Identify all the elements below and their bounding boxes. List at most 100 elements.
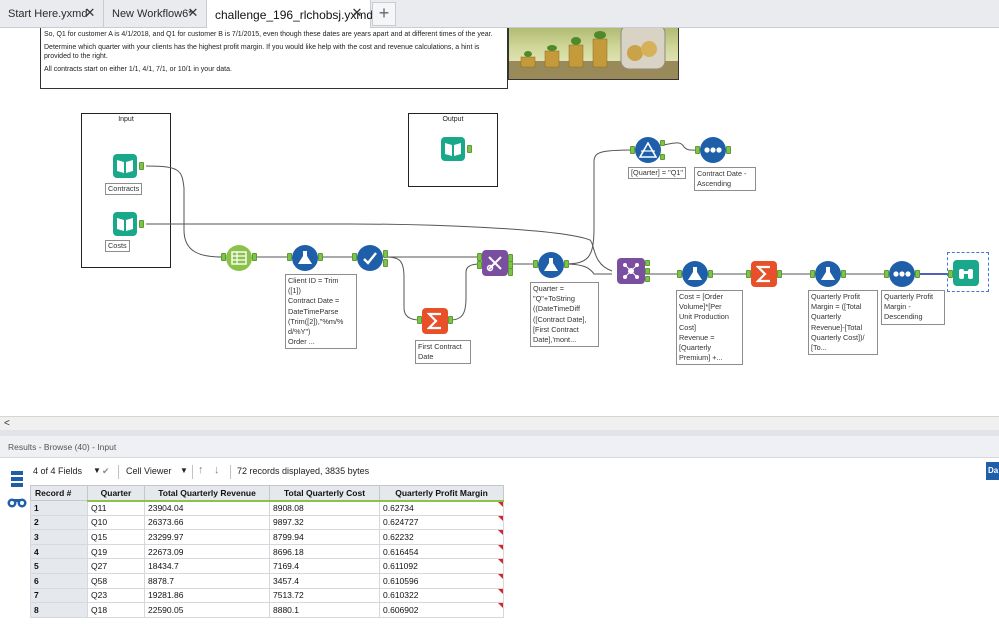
table-cell[interactable]: 26373.66 — [144, 514, 270, 531]
column-header[interactable]: Total Quarterly Cost — [269, 485, 380, 502]
close-icon[interactable]: ✕ — [186, 6, 200, 20]
table-row[interactable]: 3 Q15 23299.97 8799.94 0.62232 — [30, 529, 504, 545]
data-button[interactable]: Da — [986, 462, 999, 480]
text-to-columns-tool[interactable] — [226, 245, 252, 271]
formula-tool-3[interactable] — [682, 261, 708, 287]
output-anchor[interactable] — [383, 259, 388, 267]
unique-tool[interactable] — [357, 245, 383, 271]
union-tool[interactable] — [617, 258, 645, 284]
table-cell[interactable]: 7513.72 — [269, 587, 380, 604]
table-cell[interactable]: Q19 — [87, 543, 145, 560]
output-anchor[interactable] — [841, 270, 846, 278]
output-anchor[interactable] — [383, 250, 388, 258]
table-cell[interactable]: 23904.04 — [144, 500, 270, 516]
table-row[interactable]: 5 Q27 18434.7 7169.4 0.611092 — [30, 558, 504, 574]
table-row[interactable]: 7 Q23 19281.86 7513.72 0.610322 — [30, 587, 504, 604]
table-cell[interactable]: 0.610322 — [379, 587, 504, 604]
contracts-input-tool[interactable] — [113, 154, 137, 178]
table-cell[interactable]: Q27 — [87, 558, 145, 574]
scroll-left-icon[interactable]: < — [4, 417, 10, 430]
output-anchor[interactable] — [726, 146, 731, 154]
chevron-down-icon[interactable]: ▼ — [93, 466, 101, 475]
table-row[interactable]: 2 Q10 26373.66 9897.32 0.624727 — [30, 514, 504, 531]
close-icon[interactable]: ✕ — [350, 6, 364, 20]
record-number-cell[interactable]: 7 — [30, 587, 88, 604]
record-number-cell[interactable]: 3 — [30, 529, 88, 545]
table-row[interactable]: 4 Q19 22673.09 8696.18 0.616454 — [30, 543, 504, 560]
output-tool[interactable] — [441, 137, 465, 161]
formula-tool-1[interactable] — [292, 245, 318, 271]
output-anchor[interactable] — [915, 270, 920, 278]
table-cell[interactable]: 0.62232 — [379, 529, 504, 545]
results-grid[interactable]: Record # Quarter Total Quarterly Revenue… — [30, 485, 999, 624]
join-tool[interactable] — [482, 250, 508, 276]
binoculars-icon[interactable] — [6, 495, 28, 515]
output-anchor-l[interactable] — [645, 268, 650, 274]
arrow-down-icon[interactable]: ↓ — [214, 464, 220, 476]
output-anchor[interactable] — [139, 220, 144, 228]
summarize-tool-1[interactable] — [422, 308, 448, 334]
table-cell[interactable]: Q23 — [87, 587, 145, 604]
table-cell[interactable]: 19281.86 — [144, 587, 270, 604]
chevron-down-icon[interactable]: ▼ — [180, 466, 188, 475]
table-cell[interactable]: Q15 — [87, 529, 145, 545]
add-tab-button[interactable]: + — [372, 2, 396, 26]
column-header[interactable]: Total Quarterly Revenue — [144, 485, 270, 502]
table-cell[interactable]: 8696.18 — [269, 543, 380, 560]
column-header[interactable]: Quarterly Profit Margin — [379, 485, 504, 502]
record-number-cell[interactable]: 6 — [30, 572, 88, 589]
formula-tool-2[interactable] — [538, 252, 564, 278]
table-cell[interactable]: 8878.7 — [144, 572, 270, 589]
formula-tool-4[interactable] — [815, 261, 841, 287]
table-cell[interactable]: 7169.4 — [269, 558, 380, 574]
table-row[interactable]: 8 Q18 22590.05 8880.1 0.606902 — [30, 602, 504, 618]
horizontal-scrollbar[interactable]: < — [0, 416, 999, 430]
output-anchor-r[interactable] — [645, 276, 650, 282]
record-number-cell[interactable]: 5 — [30, 558, 88, 574]
output-anchor-j[interactable] — [645, 260, 650, 266]
table-cell[interactable]: 3457.4 — [269, 572, 380, 589]
table-row[interactable]: 1 Q11 23904.04 8908.08 0.62734 — [30, 500, 504, 516]
output-anchor[interactable] — [467, 145, 472, 153]
output-anchor[interactable] — [508, 268, 513, 276]
table-row[interactable]: 6 Q58 8878.7 3457.4 0.610596 — [30, 572, 504, 589]
fields-dropdown[interactable]: 4 of 4 Fields — [33, 466, 82, 476]
tab-new-workflow6[interactable]: New Workflow6* ✕ — [104, 0, 207, 28]
arrow-up-icon[interactable]: ↑ — [198, 464, 204, 476]
output-anchor[interactable] — [139, 162, 144, 170]
column-header[interactable]: Record # — [30, 485, 88, 501]
table-cell[interactable]: Q18 — [87, 602, 145, 618]
filter-tool[interactable] — [635, 137, 661, 163]
record-number-cell[interactable]: 1 — [30, 500, 88, 516]
output-anchor[interactable] — [318, 253, 323, 261]
browse-tool[interactable] — [953, 260, 979, 286]
table-cell[interactable]: 0.624727 — [379, 514, 504, 531]
check-icon[interactable]: ✔ — [102, 466, 110, 477]
output-anchor[interactable] — [777, 270, 782, 278]
summarize-tool-2[interactable] — [751, 261, 777, 287]
table-cell[interactable]: Q10 — [87, 514, 145, 531]
record-number-cell[interactable]: 8 — [30, 602, 88, 618]
table-cell[interactable]: 23299.97 — [144, 529, 270, 545]
true-anchor[interactable] — [660, 140, 665, 146]
tab-challenge-196[interactable]: challenge_196_rlchobsj.yxmd ✕ — [207, 0, 373, 29]
table-cell[interactable]: 0.62734 — [379, 500, 504, 516]
column-header[interactable]: Quarter — [87, 485, 145, 502]
table-cell[interactable]: 8908.08 — [269, 500, 380, 516]
table-cell[interactable]: 0.611092 — [379, 558, 504, 574]
tab-start-here[interactable]: Start Here.yxmd ✕ — [0, 0, 104, 28]
table-cell[interactable]: 0.616454 — [379, 543, 504, 560]
cell-viewer-dropdown[interactable]: Cell Viewer — [126, 466, 171, 476]
table-cell[interactable]: 0.606902 — [379, 602, 504, 618]
output-anchor[interactable] — [252, 253, 257, 261]
false-anchor[interactable] — [660, 154, 665, 160]
table-cell[interactable]: 18434.7 — [144, 558, 270, 574]
costs-input-tool[interactable] — [113, 212, 137, 236]
sort-tool-1[interactable] — [700, 137, 726, 163]
table-cell[interactable]: 22673.09 — [144, 543, 270, 560]
record-number-cell[interactable]: 4 — [30, 543, 88, 560]
table-cell[interactable]: Q58 — [87, 572, 145, 589]
table-cell[interactable]: 8880.1 — [269, 602, 380, 618]
output-anchor[interactable] — [708, 270, 713, 278]
table-cell[interactable]: 0.610596 — [379, 572, 504, 589]
